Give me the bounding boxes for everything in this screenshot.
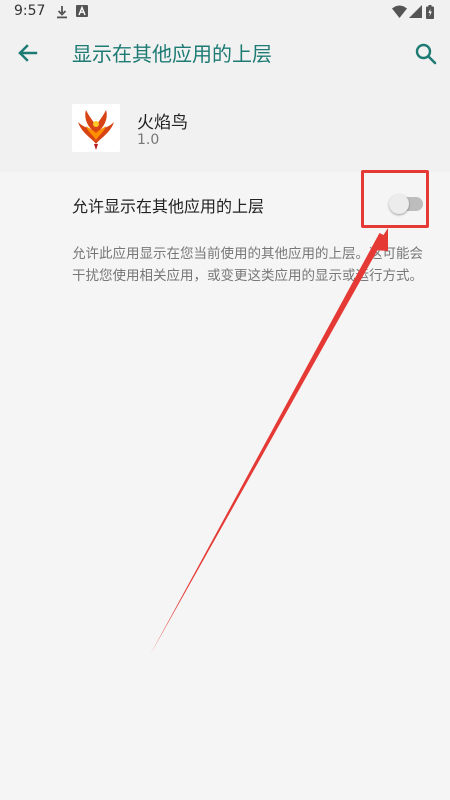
status-time: 9:57 <box>14 3 46 19</box>
download-icon <box>57 6 67 19</box>
annotation-highlight-box <box>361 170 429 228</box>
setting-description: 允许此应用显示在您当前使用的其他应用的上层。这可能会干扰您使用相关应用，或变更这… <box>72 246 423 284</box>
a-icon <box>76 5 88 17</box>
wifi-icon <box>392 5 407 18</box>
signal-icon <box>409 5 422 18</box>
app-bar: 显示在其他应用的上层 <box>0 24 450 80</box>
app-name: 火焰鸟 <box>137 113 188 133</box>
setting-label: 允许显示在其他应用的上层 <box>72 197 265 216</box>
search-icon[interactable] <box>412 40 440 68</box>
app-header: 火焰鸟 1.0 <box>0 80 450 172</box>
battery-icon <box>426 5 434 19</box>
app-version: 1.0 <box>137 132 160 148</box>
page-title: 显示在其他应用的上层 <box>72 42 272 66</box>
arrow-back-icon[interactable] <box>14 39 42 67</box>
phoenix-icon <box>72 104 120 152</box>
status-bar: 9:57 <box>0 0 450 24</box>
